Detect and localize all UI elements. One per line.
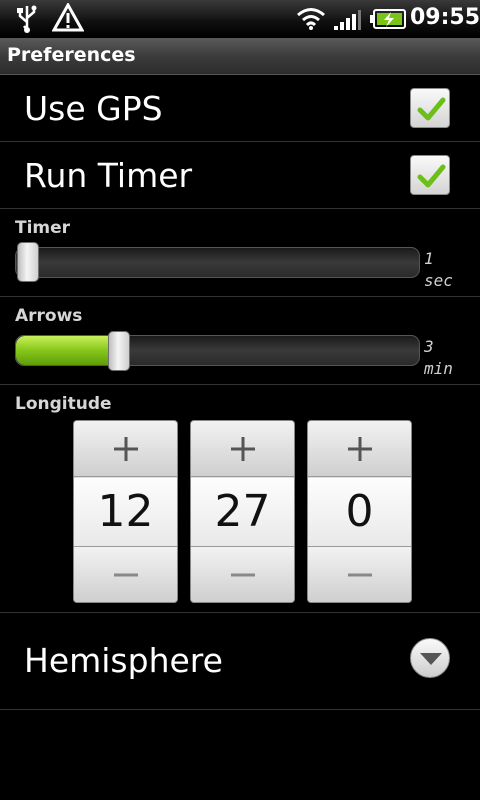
- hemisphere-dropdown-button[interactable]: [410, 638, 450, 678]
- minus-icon: [231, 573, 255, 577]
- signal-icon: [334, 9, 362, 35]
- title-bar: Preferences: [0, 38, 480, 75]
- arrows-slider-title: Arrows: [15, 306, 83, 326]
- hemisphere-label: Hemisphere: [24, 641, 223, 680]
- minus-icon: [348, 573, 372, 577]
- arrows-slider-track[interactable]: [15, 335, 420, 366]
- timer-slider-track[interactable]: [15, 247, 420, 278]
- check-icon: [417, 97, 446, 121]
- divider: [0, 384, 480, 385]
- decrement-button[interactable]: [74, 546, 177, 602]
- chevron-down-icon: [420, 653, 442, 665]
- check-icon: [417, 164, 446, 188]
- decrement-button[interactable]: [308, 546, 411, 602]
- run-timer-label: Run Timer: [24, 156, 193, 195]
- picker-value[interactable]: 12: [74, 478, 177, 546]
- plus-icon: [348, 437, 372, 461]
- clock: 09:55: [410, 5, 480, 30]
- arrows-value-unit: min: [424, 359, 453, 378]
- longitude-minutes-picker: 27: [190, 420, 295, 603]
- increment-button[interactable]: [191, 421, 294, 477]
- longitude-seconds-picker: 0: [307, 420, 412, 603]
- picker-value[interactable]: 0: [308, 478, 411, 546]
- arrows-slider-value: 3 min: [424, 336, 453, 380]
- plus-icon: [231, 437, 255, 461]
- minus-icon: [114, 573, 138, 577]
- decrement-button[interactable]: [191, 546, 294, 602]
- usb-icon: [14, 4, 40, 38]
- wifi-icon: [296, 7, 326, 35]
- warning-icon: [51, 1, 85, 37]
- divider: [0, 709, 480, 710]
- timer-value-number: 1: [424, 249, 434, 268]
- timer-value-unit: sec: [424, 271, 453, 290]
- use-gps-row[interactable]: Use GPS: [0, 75, 480, 141]
- timer-slider-value: 1 sec: [424, 248, 453, 292]
- run-timer-checkbox[interactable]: [410, 155, 450, 195]
- timer-slider-thumb[interactable]: [17, 242, 39, 282]
- arrows-slider-thumb[interactable]: [108, 331, 130, 371]
- page-title: Preferences: [7, 44, 136, 66]
- increment-button[interactable]: [308, 421, 411, 477]
- run-timer-row[interactable]: Run Timer: [0, 142, 480, 208]
- use-gps-label: Use GPS: [24, 89, 163, 128]
- arrows-value-number: 3: [424, 337, 434, 356]
- battery-charging-icon: [370, 9, 406, 33]
- picker-value[interactable]: 27: [191, 478, 294, 546]
- divider: [0, 208, 480, 209]
- increment-button[interactable]: [74, 421, 177, 477]
- timer-slider-title: Timer: [15, 218, 71, 238]
- status-bar: 09:55: [0, 0, 480, 38]
- longitude-degrees-picker: 12: [73, 420, 178, 603]
- plus-icon: [114, 437, 138, 461]
- divider: [0, 296, 480, 297]
- arrows-slider-fill: [16, 336, 117, 365]
- longitude-title: Longitude: [15, 394, 112, 414]
- use-gps-checkbox[interactable]: [410, 88, 450, 128]
